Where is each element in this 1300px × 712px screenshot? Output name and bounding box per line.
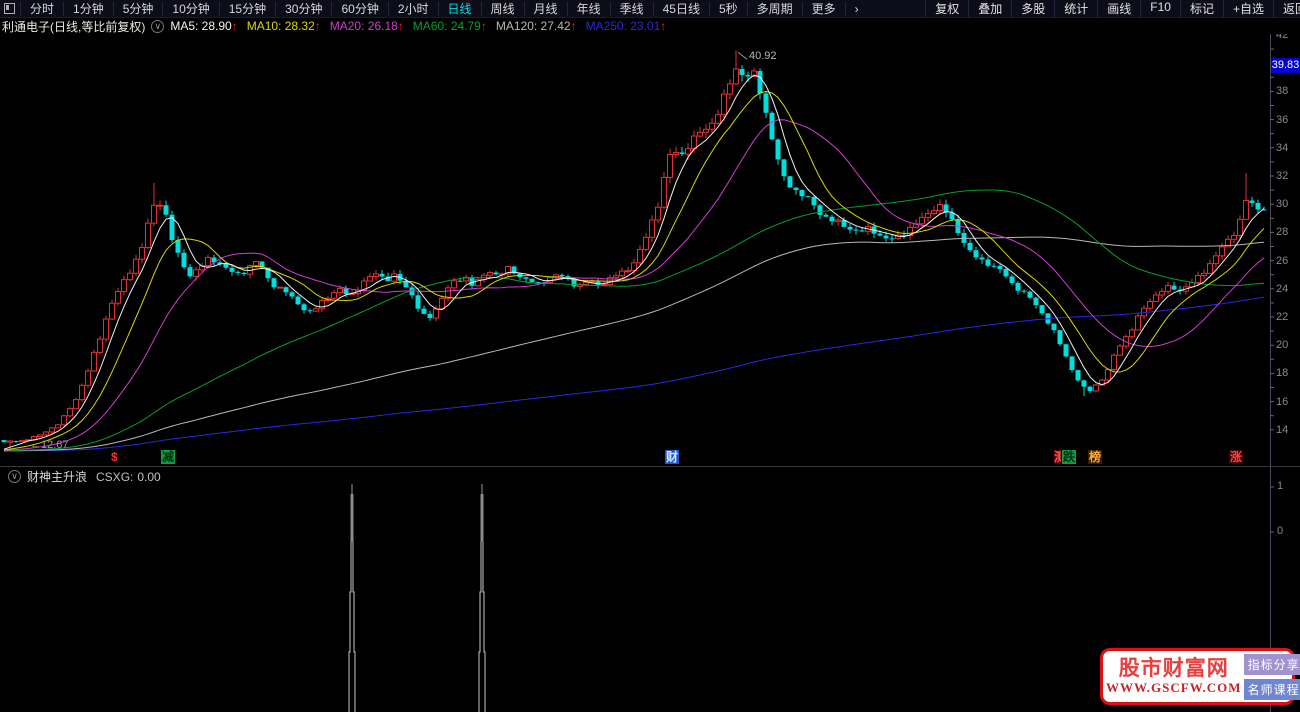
timeframe-tabs: 分时 1分钟 5分钟 10分钟 15分钟 30分钟 60分钟 2小时 日线 周线 月线 年线 季线 45日…: [0, 0, 868, 17]
up-arrow-icon: ↑: [570, 19, 577, 33]
up-arrow-icon: ↑: [314, 19, 321, 33]
price-axis-tick: 18: [1276, 367, 1289, 380]
chevron-down-icon[interactable]: ∨: [8, 470, 21, 483]
watermark-box: 股市财富网 WWW.GSCFW.COM 指标分享 名师课程: [1100, 648, 1300, 705]
price-axis-tick: 16: [1276, 395, 1289, 408]
chart-marker-财: 财: [665, 450, 680, 464]
price-axis-tick: 20: [1276, 339, 1289, 352]
price-axis-tick: 38: [1276, 85, 1289, 98]
timeframe-item-7[interactable]: 2小时: [387, 1, 438, 16]
indicator-header: ∨ 财神主升浪 CSXG: 0.00: [2, 468, 161, 485]
toolbar-actions: 复权叠加多股统计画线F10标记+自选返回: [925, 0, 1300, 17]
latest-price-tag: 39.83: [1271, 57, 1300, 73]
timeframe-item-8[interactable]: 日线: [437, 1, 481, 16]
ma-readout-ma60: MA60: 24.79↑: [412, 19, 487, 33]
ma-readout-ma10: MA10: 28.32↑: [246, 19, 321, 33]
stock-title: 利通电子(日线,等比前复权): [2, 19, 146, 34]
timeframe-item-6[interactable]: 60分钟: [331, 1, 388, 16]
timeframe-item-15[interactable]: 多周期: [746, 1, 802, 16]
chart-marker-跌: 跌: [1062, 450, 1077, 464]
watermark-badge-1: 指标分享: [1243, 653, 1300, 675]
chart-marker-涨: 涨: [1229, 450, 1244, 464]
timeframe-item-0[interactable]: 分时: [20, 1, 64, 16]
price-axis-tick: 26: [1276, 254, 1289, 267]
timeframe-item-9[interactable]: 周线: [480, 1, 524, 16]
indicator-axis-tick: 1: [1277, 480, 1284, 492]
chart-marker-减: 减: [161, 450, 176, 464]
top-toolbar: 分时 1分钟 5分钟 10分钟 15分钟 30分钟 60分钟 2小时 日线 周线 月线 年线 季线 45日…: [0, 0, 1300, 18]
chart-marker-$: $: [111, 450, 118, 464]
toolbar-button-0[interactable]: 复权: [925, 0, 968, 17]
price-axis-tick: 34: [1276, 141, 1289, 154]
up-arrow-icon: ↑: [397, 19, 404, 33]
toolbar-button-1[interactable]: 叠加: [968, 0, 1011, 17]
timeframe-item-13[interactable]: 45日线: [652, 1, 709, 16]
chevron-down-icon[interactable]: ∨: [151, 19, 165, 33]
timeframe-item-11[interactable]: 年线: [566, 1, 610, 16]
timeframe-item-17[interactable]: ›: [844, 1, 868, 16]
timeframe-item-10[interactable]: 月线: [523, 1, 567, 16]
peak-price-label: 40.92: [749, 50, 777, 62]
timeframe-item-2[interactable]: 5分钟: [112, 1, 163, 16]
toolbar-button-8[interactable]: 返回: [1272, 0, 1300, 17]
toolbar-button-4[interactable]: 画线: [1097, 0, 1140, 17]
timeframe-item-5[interactable]: 30分钟: [275, 1, 332, 16]
watermark-text: 股市财富网 WWW.GSCFW.COM: [1106, 657, 1242, 696]
timeframe-item-14[interactable]: 5秒: [708, 1, 747, 16]
watermark-badge-2: 名师课程: [1243, 678, 1300, 700]
toolbar-button-7[interactable]: +自选: [1222, 0, 1273, 17]
price-axis-tick: 24: [1276, 282, 1289, 295]
price-axis-tick: 36: [1276, 113, 1289, 126]
indicator-value: 0.00: [137, 469, 161, 484]
indicator-name: 财神主升浪: [27, 470, 88, 484]
timeframe-item-4[interactable]: 15分钟: [218, 1, 276, 16]
low-price-label: ←12.67: [30, 439, 69, 451]
price-axis-tick: 28: [1276, 226, 1289, 239]
toolbar-button-5[interactable]: F10: [1140, 0, 1180, 17]
ma-readout-ma20: MA20: 26.18↑: [329, 19, 404, 33]
toolbar-button-6[interactable]: 标记: [1179, 0, 1223, 17]
price-axis-tick: 22: [1276, 311, 1289, 323]
toolbar-button-3[interactable]: 统计: [1054, 0, 1097, 17]
window-icon[interactable]: [4, 3, 15, 14]
chart-marker-测: 测: [1054, 450, 1061, 464]
watermark-title: 股市财富网: [1118, 657, 1229, 680]
price-axis-tick: 32: [1276, 170, 1289, 182]
ma-readout-ma250: MA250: 23.01↑: [585, 19, 667, 33]
timeframe-item-16[interactable]: 更多: [801, 1, 845, 16]
timeframe-item-3[interactable]: 10分钟: [162, 1, 219, 16]
up-arrow-icon: ↑: [660, 19, 667, 33]
toolbar-button-2[interactable]: 多股: [1011, 0, 1054, 17]
ma-readout-ma5: MA5: 28.90↑: [170, 19, 238, 33]
indicator-field-label: CSXG:: [96, 469, 134, 484]
up-arrow-icon: ↑: [231, 19, 238, 33]
chart-marker-榜: 榜: [1088, 450, 1103, 464]
price-axis-tick: 14: [1276, 423, 1289, 436]
watermark-badges: 指标分享 名师课程: [1243, 653, 1300, 700]
timeframe-item-1[interactable]: 1分钟: [63, 1, 113, 16]
indicator-axis-tick: 0: [1277, 525, 1284, 537]
watermark-url: WWW.GSCFW.COM: [1106, 680, 1242, 695]
chart-canvas[interactable]: [0, 0, 1300, 712]
ma-readout-ma120: MA120: 27.42↑: [495, 19, 577, 33]
chart-info-bar: 利通电子(日线,等比前复权) ∨ MA5: 28.90↑ MA10: 28.32↑…: [0, 18, 1300, 34]
price-axis-tick: 30: [1276, 198, 1289, 211]
timeframe-item-12[interactable]: 季线: [609, 1, 653, 16]
trading-app-window: 分时 1分钟 5分钟 10分钟 15分钟 30分钟 60分钟 2小时 日线 周线 月线 年线 季线 45日…: [0, 0, 1300, 712]
up-arrow-icon: ↑: [480, 19, 487, 33]
